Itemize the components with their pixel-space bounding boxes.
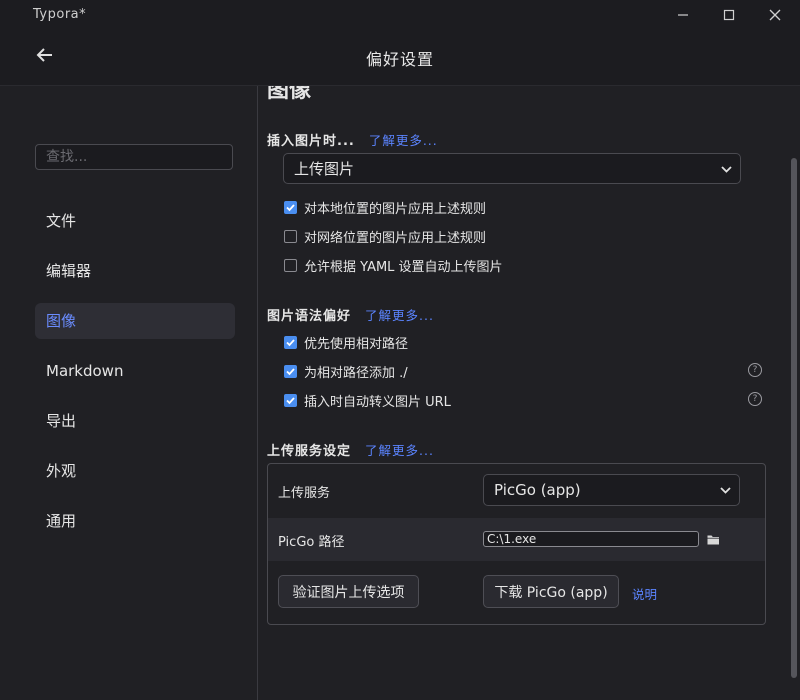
upload-service-value: PicGo (app) bbox=[494, 481, 581, 499]
upload-service-select[interactable]: PicGo (app) bbox=[483, 474, 740, 506]
checkmark-icon bbox=[286, 203, 295, 211]
sidebar-item-appearance[interactable]: 外观 bbox=[35, 453, 235, 489]
checkmark-icon bbox=[286, 367, 295, 375]
syntax-learn-more-link[interactable]: 了解更多... bbox=[365, 308, 434, 323]
question-circle-icon[interactable]: ? bbox=[748, 363, 762, 377]
sidebar-item-markdown[interactable]: Markdown bbox=[35, 353, 235, 389]
sidebar-item-image[interactable]: 图像 bbox=[35, 303, 235, 339]
checkbox-yaml-upload[interactable] bbox=[284, 258, 297, 272]
picgo-path-row: PicGo 路径 C:\1.exe bbox=[268, 518, 765, 561]
checkbox-label: 为相对路径添加 ./ bbox=[304, 365, 408, 381]
checkbox-label: 对网络位置的图片应用上述规则 bbox=[304, 230, 487, 246]
upload-section-title: 上传服务设定 了解更多... bbox=[267, 440, 434, 459]
checkbox-row-yaml-upload[interactable]: 允许根据 YAML 设置自动上传图片 bbox=[284, 255, 503, 275]
scrollbar-thumb[interactable] bbox=[791, 158, 797, 678]
syntax-section-title: 图片语法偏好 了解更多... bbox=[267, 305, 434, 324]
question-circle-icon[interactable]: ? bbox=[748, 392, 762, 406]
checkbox-label: 对本地位置的图片应用上述规则 bbox=[304, 201, 487, 217]
checkbox-label: 允许根据 YAML 设置自动上传图片 bbox=[304, 259, 503, 275]
checkmark-icon bbox=[286, 396, 295, 404]
checkbox-local-images[interactable] bbox=[284, 200, 297, 214]
checkmark-icon bbox=[286, 338, 295, 346]
insert-action-value: 上传图片 bbox=[294, 160, 355, 178]
upload-settings-panel: 上传服务 PicGo (app) PicGo 路径 C:\1.exe 验证图片上… bbox=[267, 463, 766, 625]
insert-action-select[interactable]: 上传图片 bbox=[283, 153, 741, 184]
insert-section-title: 插入图片时... 了解更多... bbox=[267, 130, 438, 149]
verify-upload-button[interactable]: 验证图片上传选项 bbox=[278, 575, 419, 608]
page-title: 偏好设置 bbox=[365, 50, 434, 69]
picgo-path-input[interactable]: C:\1.exe bbox=[483, 531, 699, 547]
maximize-icon bbox=[723, 9, 735, 21]
checkbox-escape-url[interactable] bbox=[284, 393, 297, 407]
maximize-button[interactable] bbox=[706, 0, 752, 30]
picgo-path-label: PicGo 路径 bbox=[278, 535, 345, 550]
insert-section-label: 插入图片时... bbox=[267, 134, 355, 149]
content-scrollbar[interactable] bbox=[789, 86, 800, 700]
close-button[interactable] bbox=[752, 0, 798, 30]
sidebar-item-file[interactable]: 文件 bbox=[35, 203, 235, 239]
checkbox-row-local-images[interactable]: 对本地位置的图片应用上述规则 bbox=[284, 197, 486, 217]
title-bar: Typora* bbox=[0, 0, 800, 30]
close-icon bbox=[769, 9, 781, 21]
download-picgo-button[interactable]: 下载 PicGo (app) bbox=[483, 575, 619, 608]
chevron-down-icon bbox=[721, 165, 732, 173]
preferences-header: 偏好设置 bbox=[0, 30, 800, 86]
folder-icon[interactable] bbox=[707, 534, 720, 545]
search-input[interactable] bbox=[35, 144, 233, 170]
checkbox-label: 插入时自动转义图片 URL bbox=[304, 394, 451, 410]
checkbox-row-dot-slash[interactable]: 为相对路径添加 ./ bbox=[284, 361, 408, 381]
minimize-button[interactable] bbox=[660, 0, 706, 30]
sidebar-item-export[interactable]: 导出 bbox=[35, 403, 235, 439]
upload-section-label: 上传服务设定 bbox=[267, 444, 352, 459]
insert-learn-more-link[interactable]: 了解更多... bbox=[369, 133, 438, 148]
syntax-section-label: 图片语法偏好 bbox=[267, 309, 352, 324]
upload-learn-more-link[interactable]: 了解更多... bbox=[365, 443, 434, 458]
section-page-heading: 图像 bbox=[267, 86, 312, 103]
minimize-icon bbox=[678, 14, 688, 16]
checkbox-network-images[interactable] bbox=[284, 229, 297, 243]
checkbox-row-escape-url[interactable]: 插入时自动转义图片 URL bbox=[284, 390, 451, 410]
checkbox-row-relative-path[interactable]: 优先使用相对路径 bbox=[284, 332, 408, 352]
sidebar: 文件 编辑器 图像 Markdown 导出 外观 通用 bbox=[0, 86, 258, 700]
checkbox-label: 优先使用相对路径 bbox=[304, 336, 409, 352]
sidebar-item-editor[interactable]: 编辑器 bbox=[35, 253, 235, 289]
chevron-down-icon bbox=[720, 487, 731, 494]
settings-content: 图像 插入图片时... 了解更多... 上传图片 对本地位置的图片应用上述规则 对… bbox=[258, 86, 788, 700]
checkbox-row-network-images[interactable]: 对网络位置的图片应用上述规则 bbox=[284, 226, 486, 246]
app-title: Typora* bbox=[33, 7, 87, 22]
checkbox-relative-path[interactable] bbox=[284, 335, 297, 349]
upload-service-label: 上传服务 bbox=[278, 486, 331, 501]
checkbox-dot-slash[interactable] bbox=[284, 364, 297, 378]
explain-link[interactable]: 说明 bbox=[632, 584, 657, 603]
sidebar-item-general[interactable]: 通用 bbox=[35, 503, 235, 539]
